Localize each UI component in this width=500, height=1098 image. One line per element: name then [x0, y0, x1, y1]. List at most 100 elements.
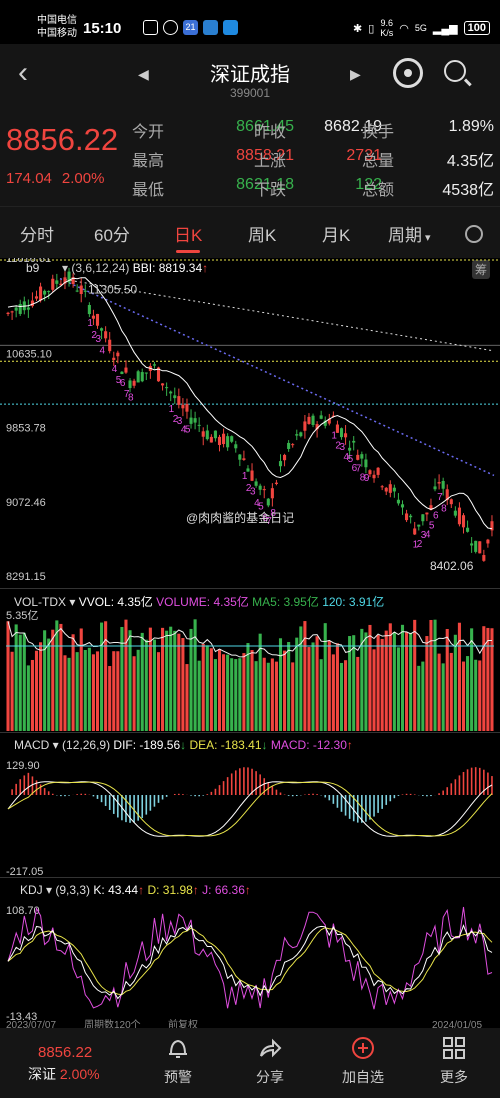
candle-body — [425, 512, 429, 515]
alert-button[interactable]: 预警 — [148, 1036, 208, 1087]
kline-y-label: 8291.15 — [6, 571, 46, 583]
tab-1[interactable]: 60分 — [94, 221, 130, 246]
candle-body — [201, 431, 205, 437]
volume-bar — [148, 627, 152, 731]
candle-body — [230, 436, 234, 442]
nav-bar: ‹ ◀ 深证成指 399001 ▶ — [0, 44, 500, 106]
candle-body — [209, 436, 213, 443]
macd-pane: MACD ▾ (12,26,9) DIF: -189.56↓ DEA: -183… — [0, 732, 500, 878]
candle-body — [34, 296, 39, 299]
candle-body — [136, 371, 140, 383]
quote-label: 换手 — [362, 124, 395, 141]
clock: 15:10 — [83, 20, 122, 37]
candle-body — [380, 486, 384, 488]
candle-body — [278, 461, 283, 467]
tab-2[interactable]: 日K — [174, 221, 202, 253]
macd-dif-line — [7, 781, 493, 837]
settings-icon[interactable] — [465, 225, 483, 243]
add-watchlist-button[interactable]: 加自选 — [333, 1036, 393, 1087]
search-icon[interactable] — [444, 60, 466, 82]
quote-label: 今开 — [132, 124, 165, 141]
volume-bar — [449, 652, 453, 731]
kdj-pane: KDJ ▾ (9,3,3) K: 43.44↑ D: 31.98↑ J: 66.… — [0, 877, 500, 1029]
volume-bar — [339, 662, 344, 731]
volume-bar — [315, 636, 319, 731]
candle-body — [461, 515, 466, 528]
volume-bar — [327, 641, 331, 731]
system-status: ✱ ▯ 9.6 K/s ◠ 5G ▂▄▆ 100 — [353, 18, 490, 38]
app-icon — [203, 20, 218, 35]
candle-body — [26, 307, 30, 310]
volume-bar — [67, 657, 71, 731]
candle-body — [409, 515, 413, 518]
nine-turn-digit: 8 — [441, 503, 447, 514]
volume-bar — [156, 652, 161, 731]
candle-body — [10, 311, 14, 313]
volume-bar — [230, 658, 234, 731]
candle-body — [384, 487, 388, 492]
candle-body — [474, 540, 478, 552]
app-icon-2 — [223, 20, 238, 35]
volume-bar — [136, 649, 140, 731]
next-stock-icon[interactable]: ▶ — [350, 66, 361, 83]
volume-bar — [116, 651, 120, 731]
kline-pane: b9 ▾ (3,6,12,24) BBI: 8819.34↑ 筹 1234456… — [0, 258, 500, 588]
volume-bar — [352, 635, 356, 731]
candle-body — [95, 313, 100, 326]
candle-body — [144, 372, 148, 374]
candle-body — [482, 555, 486, 561]
more-label: 更多 — [440, 1069, 468, 1085]
kdj-chart[interactable]: 108.70-13.432023/07/07 周期数120个 前复权 2024/01/… — [0, 878, 500, 1029]
candle-body — [457, 507, 461, 525]
volume-bar — [388, 623, 392, 731]
volume-bar — [59, 623, 63, 731]
volume-bar — [335, 643, 339, 731]
tab-0[interactable]: 分时 — [20, 221, 54, 246]
candle-body — [303, 421, 307, 431]
bluetooth-icon: ✱ — [353, 22, 363, 35]
tab-5[interactable]: 周期 ▾ — [388, 221, 431, 246]
volume-bar — [185, 664, 189, 731]
volume-bar — [30, 659, 34, 731]
assistant-icon[interactable] — [393, 58, 423, 88]
volume-chart[interactable]: 5.35亿 — [0, 589, 500, 733]
volume-bar — [254, 661, 258, 731]
volume-bar — [291, 662, 295, 731]
share-button[interactable]: 分享 — [240, 1036, 300, 1087]
candle-body — [392, 487, 396, 492]
price-change: 174.04 2.00% — [6, 170, 114, 187]
tab-4[interactable]: 月K — [322, 221, 350, 246]
bottom-bar: 8856.22 深证 2.00% 预警 分享 加自选 更多 — [0, 1028, 500, 1098]
volume-bar — [100, 622, 104, 731]
volume-bar — [278, 638, 283, 731]
candle-body — [449, 499, 453, 505]
volume-bar — [490, 628, 494, 731]
nine-turn-digit: 4 — [100, 346, 106, 357]
volume-bar — [75, 652, 79, 731]
watermark: @肉肉酱的基金日记 — [186, 510, 294, 525]
period-tabs: 分时 60分 日K 周K 月K 周期 ▾ — [0, 206, 500, 258]
nine-turn-digit: 6 — [433, 510, 439, 521]
more-button[interactable]: 更多 — [424, 1036, 484, 1087]
candle-body — [405, 513, 409, 521]
candle-body — [152, 364, 156, 366]
volume-bar — [437, 653, 441, 731]
candle-body — [108, 339, 112, 352]
volume-bar — [95, 651, 100, 731]
volume-bar — [405, 631, 409, 731]
kdj-j-line — [7, 906, 493, 1010]
candle-body — [189, 417, 193, 424]
candle-body — [413, 528, 417, 535]
add-watchlist-label: 加自选 — [342, 1069, 384, 1085]
volume-bar — [47, 638, 51, 731]
candle-body — [193, 418, 197, 423]
kline-chart[interactable]: 1234456781234512345678123456789123456781… — [0, 258, 500, 588]
volume-bar — [392, 632, 396, 731]
volume-bar — [441, 663, 445, 731]
tab-3[interactable]: 周K — [248, 221, 276, 246]
candle-body — [348, 447, 352, 451]
volume-bar — [486, 627, 490, 731]
volume-bar — [311, 642, 315, 731]
volume-bar — [108, 666, 112, 731]
macd-chart[interactable]: 129.90-217.05 — [0, 733, 500, 878]
